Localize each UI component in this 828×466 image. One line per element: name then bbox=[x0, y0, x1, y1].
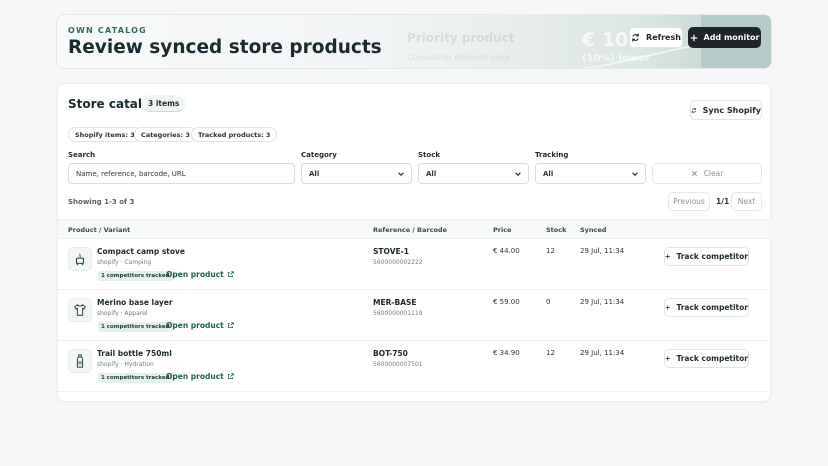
ghost-priority-sublabel: Competitor dropped price bbox=[407, 53, 511, 62]
product-reference: BOT-750 bbox=[373, 349, 408, 358]
store-catalog-card: Store catalog 3 items Sync Shopify Shopi… bbox=[57, 83, 772, 402]
tracking-value: All bbox=[543, 169, 554, 178]
product-reference: MER-BASE bbox=[373, 298, 417, 307]
shirt-icon bbox=[68, 298, 92, 322]
product-meta: shopify · Apparel bbox=[97, 310, 148, 317]
track-competitor-label: Track competitor bbox=[676, 354, 748, 363]
column-product: Product / Variant bbox=[68, 226, 131, 234]
tracked-products-pill: Tracked products: 3 bbox=[191, 127, 278, 142]
table-row: Compact camp stove shopify · Camping 1 c… bbox=[58, 239, 772, 290]
external-link-icon bbox=[227, 373, 234, 379]
tracked-badge: 1 competitors tracked bbox=[98, 271, 173, 281]
product-synced: 29 Jul, 11:34 bbox=[580, 349, 625, 357]
add-monitor-label: Add monitor bbox=[703, 33, 760, 42]
product-meta: shopify · Camping bbox=[97, 259, 152, 266]
results-count: Showing 1-3 of 3 bbox=[68, 198, 135, 206]
items-count-badge: 3 items bbox=[142, 95, 186, 112]
product-synced: 29 Jul, 11:34 bbox=[580, 298, 625, 306]
categories-pill: Categories: 3 bbox=[134, 127, 197, 142]
product-price: € 44.00 bbox=[493, 247, 520, 255]
product-stock: 12 bbox=[546, 247, 555, 255]
add-monitor-button[interactable]: Add monitor bbox=[688, 27, 761, 48]
product-synced: 29 Jul, 11:34 bbox=[580, 247, 625, 255]
tracking-label: Tracking bbox=[535, 151, 569, 159]
product-name: Compact camp stove bbox=[97, 247, 186, 256]
bottle-icon bbox=[68, 349, 92, 373]
page-title: Review synced store products bbox=[68, 37, 382, 58]
stove-icon bbox=[68, 247, 92, 271]
product-name: Merino base layer bbox=[97, 298, 173, 307]
column-synced: Synced bbox=[580, 226, 607, 234]
external-link-icon bbox=[227, 271, 234, 277]
header-banner: Priority product Competitor dropped pric… bbox=[56, 14, 772, 69]
track-competitor-button[interactable]: Track competitor bbox=[664, 349, 749, 368]
stock-value: All bbox=[426, 169, 437, 178]
open-product-link[interactable]: Open product bbox=[166, 321, 234, 330]
product-stock: 12 bbox=[546, 349, 555, 357]
chevron-down-icon bbox=[632, 172, 638, 176]
search-placeholder: Name, reference, barcode, URL bbox=[76, 169, 186, 178]
external-link-icon bbox=[227, 322, 234, 328]
category-label: Category bbox=[301, 151, 337, 159]
open-product-label: Open product bbox=[166, 372, 224, 381]
product-reference: STOVE-1 bbox=[373, 247, 409, 256]
clear-label: Clear bbox=[703, 169, 724, 178]
table-row: Merino base layer shopify · Apparel 1 co… bbox=[58, 290, 772, 341]
plus-icon bbox=[665, 356, 670, 361]
chevron-down-icon bbox=[398, 172, 404, 176]
next-page-button[interactable]: Next bbox=[731, 192, 762, 211]
track-competitor-button[interactable]: Track competitor bbox=[664, 298, 749, 317]
table-header: Product / Variant Reference / Barcode Pr… bbox=[58, 219, 772, 239]
plus-icon bbox=[690, 34, 697, 41]
product-price: € 59.00 bbox=[493, 298, 520, 306]
column-stock: Stock bbox=[546, 226, 567, 234]
page-indicator: 1/1 bbox=[716, 197, 730, 206]
sync-icon bbox=[691, 107, 696, 113]
category-value: All bbox=[309, 169, 320, 178]
previous-page-button[interactable]: Previous bbox=[668, 192, 710, 211]
sync-shopify-label: Sync Shopify bbox=[702, 105, 761, 115]
product-barcode: 5600000007501 bbox=[373, 361, 423, 368]
table-row: Trail bottle 750ml shopify · Hydration 1… bbox=[58, 341, 772, 392]
open-product-label: Open product bbox=[166, 321, 224, 330]
product-stock: 0 bbox=[546, 298, 551, 306]
product-meta: shopify · Hydration bbox=[97, 361, 154, 368]
product-barcode: 5600000002222 bbox=[373, 259, 423, 266]
category-select[interactable]: All bbox=[301, 163, 412, 184]
stock-label: Stock bbox=[418, 151, 441, 159]
refresh-label: Refresh bbox=[646, 33, 681, 42]
track-competitor-label: Track competitor bbox=[676, 303, 748, 312]
open-product-link[interactable]: Open product bbox=[166, 372, 234, 381]
column-reference: Reference / Barcode bbox=[373, 226, 447, 234]
sync-shopify-button[interactable]: Sync Shopify bbox=[690, 100, 762, 120]
clear-filters-button[interactable]: Clear bbox=[652, 163, 762, 184]
search-label: Search bbox=[68, 151, 96, 159]
product-price: € 34.90 bbox=[493, 349, 520, 357]
product-barcode: 5600000001119 bbox=[373, 310, 423, 317]
product-name: Trail bottle 750ml bbox=[97, 349, 172, 358]
refresh-icon bbox=[632, 33, 639, 42]
plus-icon bbox=[665, 305, 670, 310]
column-price: Price bbox=[493, 226, 512, 234]
tracked-badge: 1 competitors tracked bbox=[98, 322, 173, 332]
eyebrow-label: OWN CATALOG bbox=[68, 26, 147, 35]
close-icon bbox=[691, 171, 697, 176]
ghost-priority-label: Priority product bbox=[407, 31, 515, 45]
refresh-button[interactable]: Refresh bbox=[629, 27, 683, 48]
chevron-down-icon bbox=[515, 172, 521, 176]
track-competitor-label: Track competitor bbox=[676, 252, 748, 261]
tracking-select[interactable]: All bbox=[535, 163, 646, 184]
track-competitor-button[interactable]: Track competitor bbox=[664, 247, 749, 266]
shopify-items-pill: Shopify items: 3 bbox=[68, 127, 142, 142]
stock-select[interactable]: All bbox=[418, 163, 529, 184]
plus-icon bbox=[665, 254, 670, 259]
tracked-badge: 1 competitors tracked bbox=[98, 373, 173, 383]
open-product-link[interactable]: Open product bbox=[166, 270, 234, 279]
open-product-label: Open product bbox=[166, 270, 224, 279]
search-input[interactable]: Name, reference, barcode, URL bbox=[68, 163, 295, 184]
